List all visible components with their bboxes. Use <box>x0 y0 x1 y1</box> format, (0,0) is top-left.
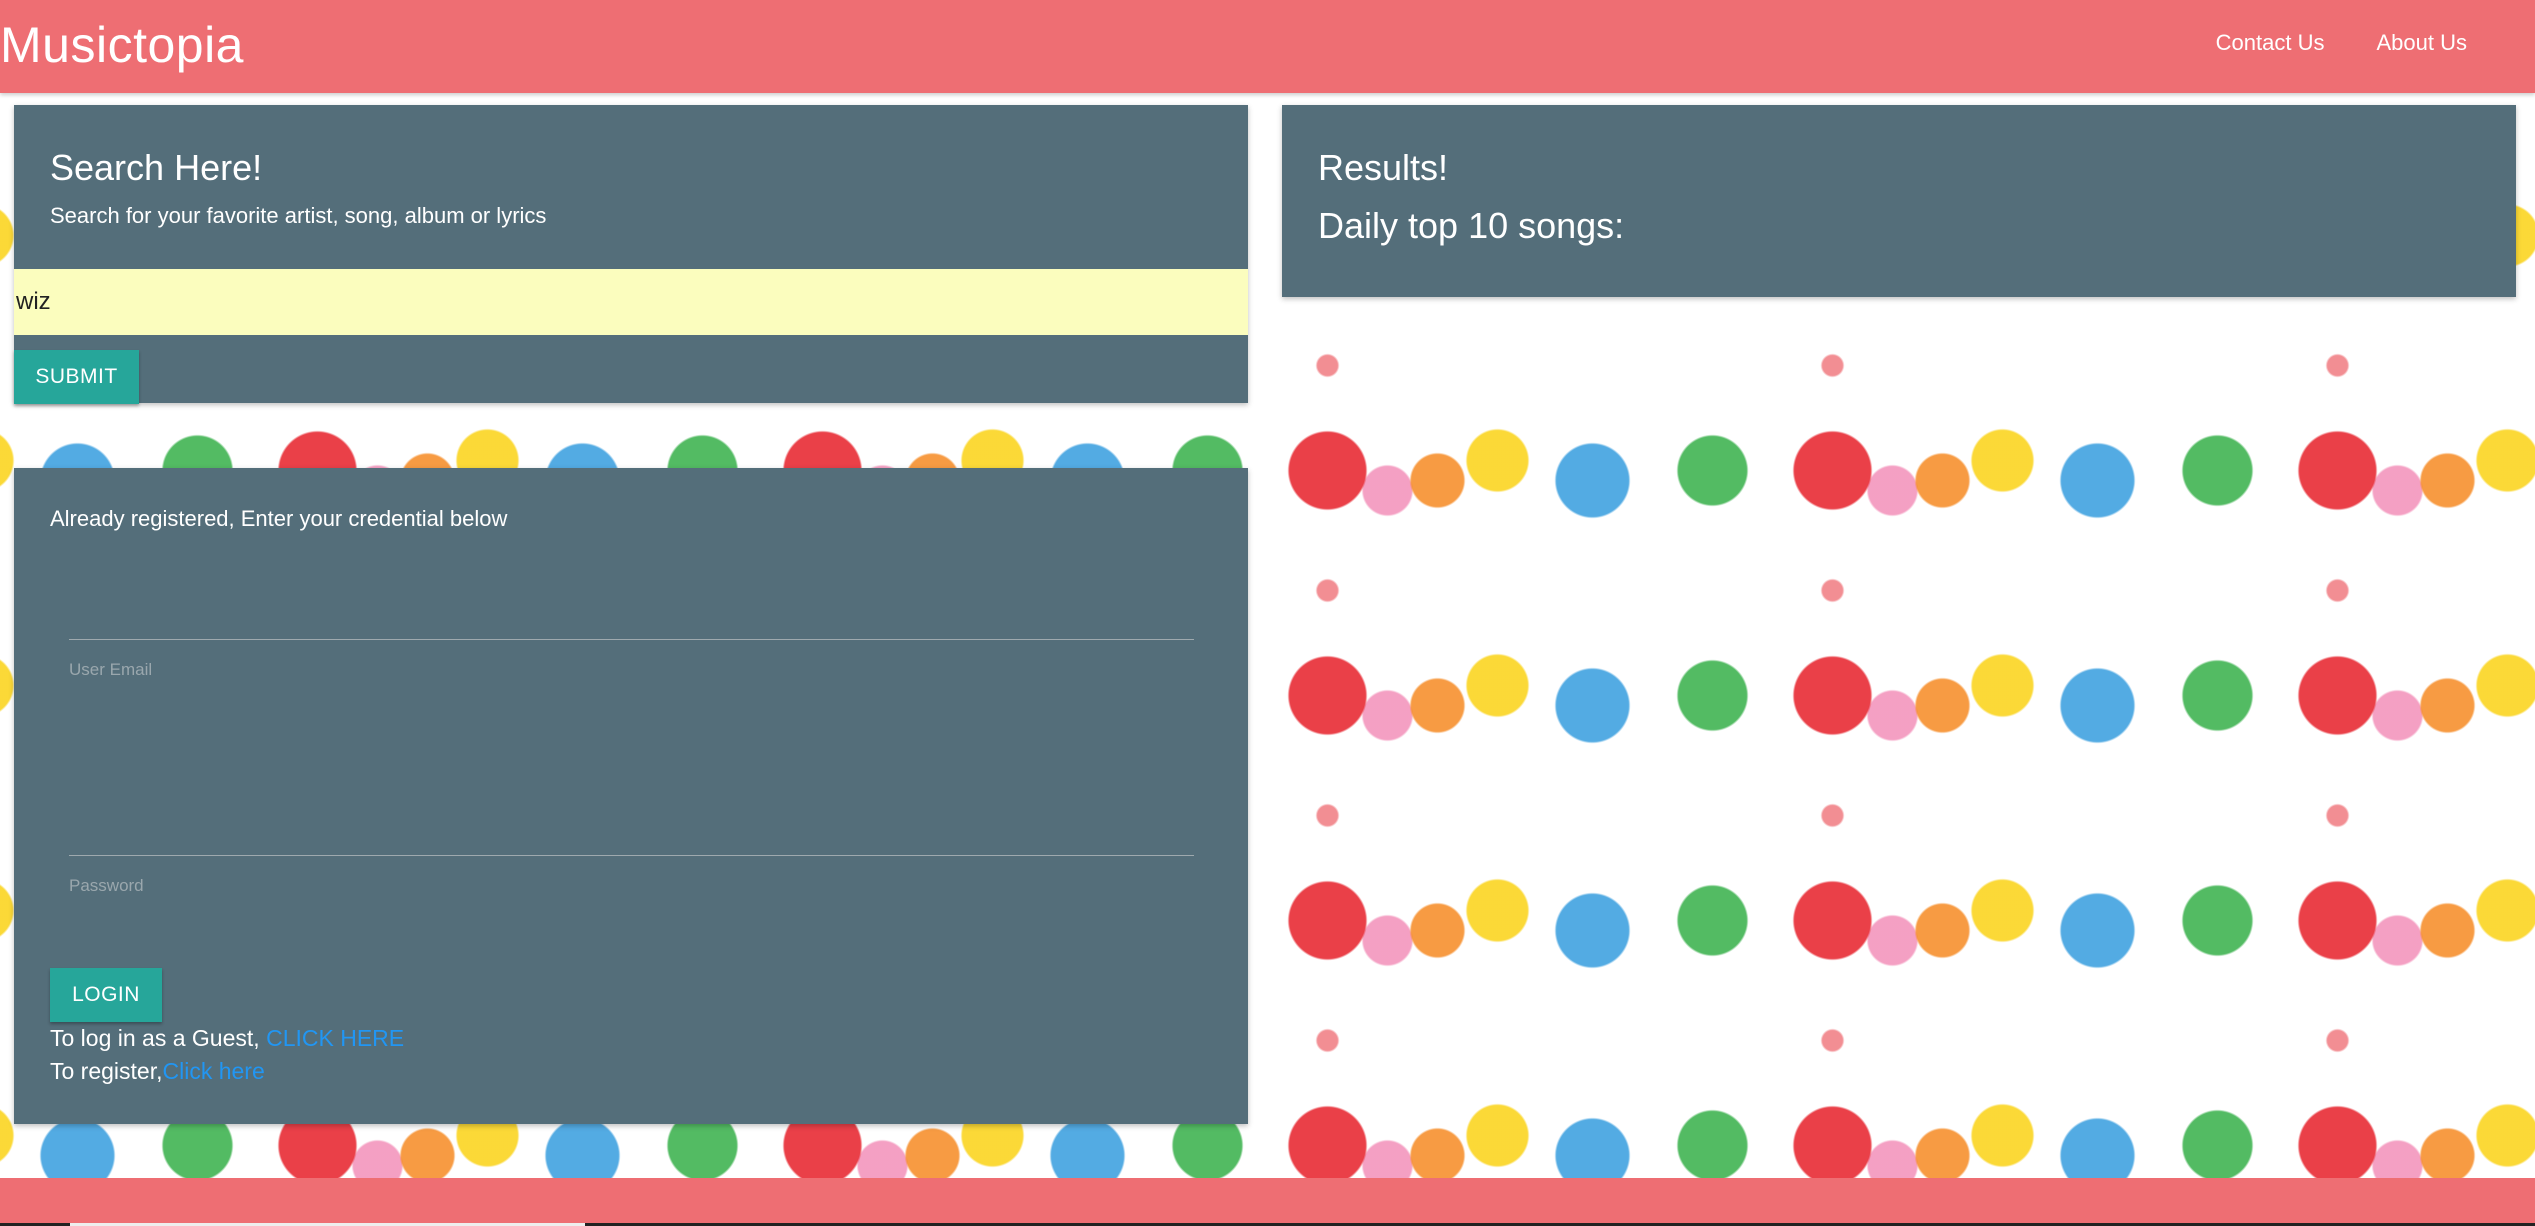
guest-login-text: To log in as a Guest, <box>50 1025 267 1051</box>
guest-login-line: To log in as a Guest, CLICK HERE <box>50 1025 404 1052</box>
search-card: Search Here! Search for your favorite ar… <box>14 105 1248 404</box>
password-field[interactable] <box>69 813 1198 855</box>
footer <box>0 1178 2535 1226</box>
register-link[interactable]: Click here <box>163 1058 265 1084</box>
login-button[interactable]: LOGIN <box>50 968 162 1022</box>
results-subtitle: Daily top 10 songs: <box>1318 205 1625 246</box>
password-field-underline <box>69 855 1194 856</box>
password-field-label: Password <box>69 876 144 895</box>
navbar: Musictopia Contact Us About Us <box>0 0 2535 93</box>
search-title: Search Here! <box>50 147 263 188</box>
nav-about-us-link[interactable]: About Us <box>2377 30 2468 56</box>
email-field-underline <box>69 639 1194 640</box>
guest-login-link[interactable]: CLICK HERE <box>266 1025 404 1051</box>
brand-logo-text[interactable]: Musictopia <box>0 16 244 74</box>
register-text: To register, <box>50 1058 163 1084</box>
email-field-label: User Email <box>69 660 153 679</box>
results-card: Results! Daily top 10 songs: <box>1282 105 2516 297</box>
login-card: Already registered, Enter your credentia… <box>14 468 1248 1124</box>
login-heading: Already registered, Enter your credentia… <box>50 506 508 531</box>
nav-links: Contact Us About Us <box>2216 30 2467 56</box>
search-subtitle: Search for your favorite artist, song, a… <box>50 203 547 228</box>
nav-contact-us-link[interactable]: Contact Us <box>2216 30 2325 56</box>
submit-button[interactable]: SUBMIT <box>14 350 139 404</box>
results-title: Results! <box>1318 147 1449 188</box>
search-input[interactable] <box>14 269 1248 335</box>
register-line: To register,Click here <box>50 1058 265 1085</box>
email-field[interactable] <box>69 598 1198 640</box>
